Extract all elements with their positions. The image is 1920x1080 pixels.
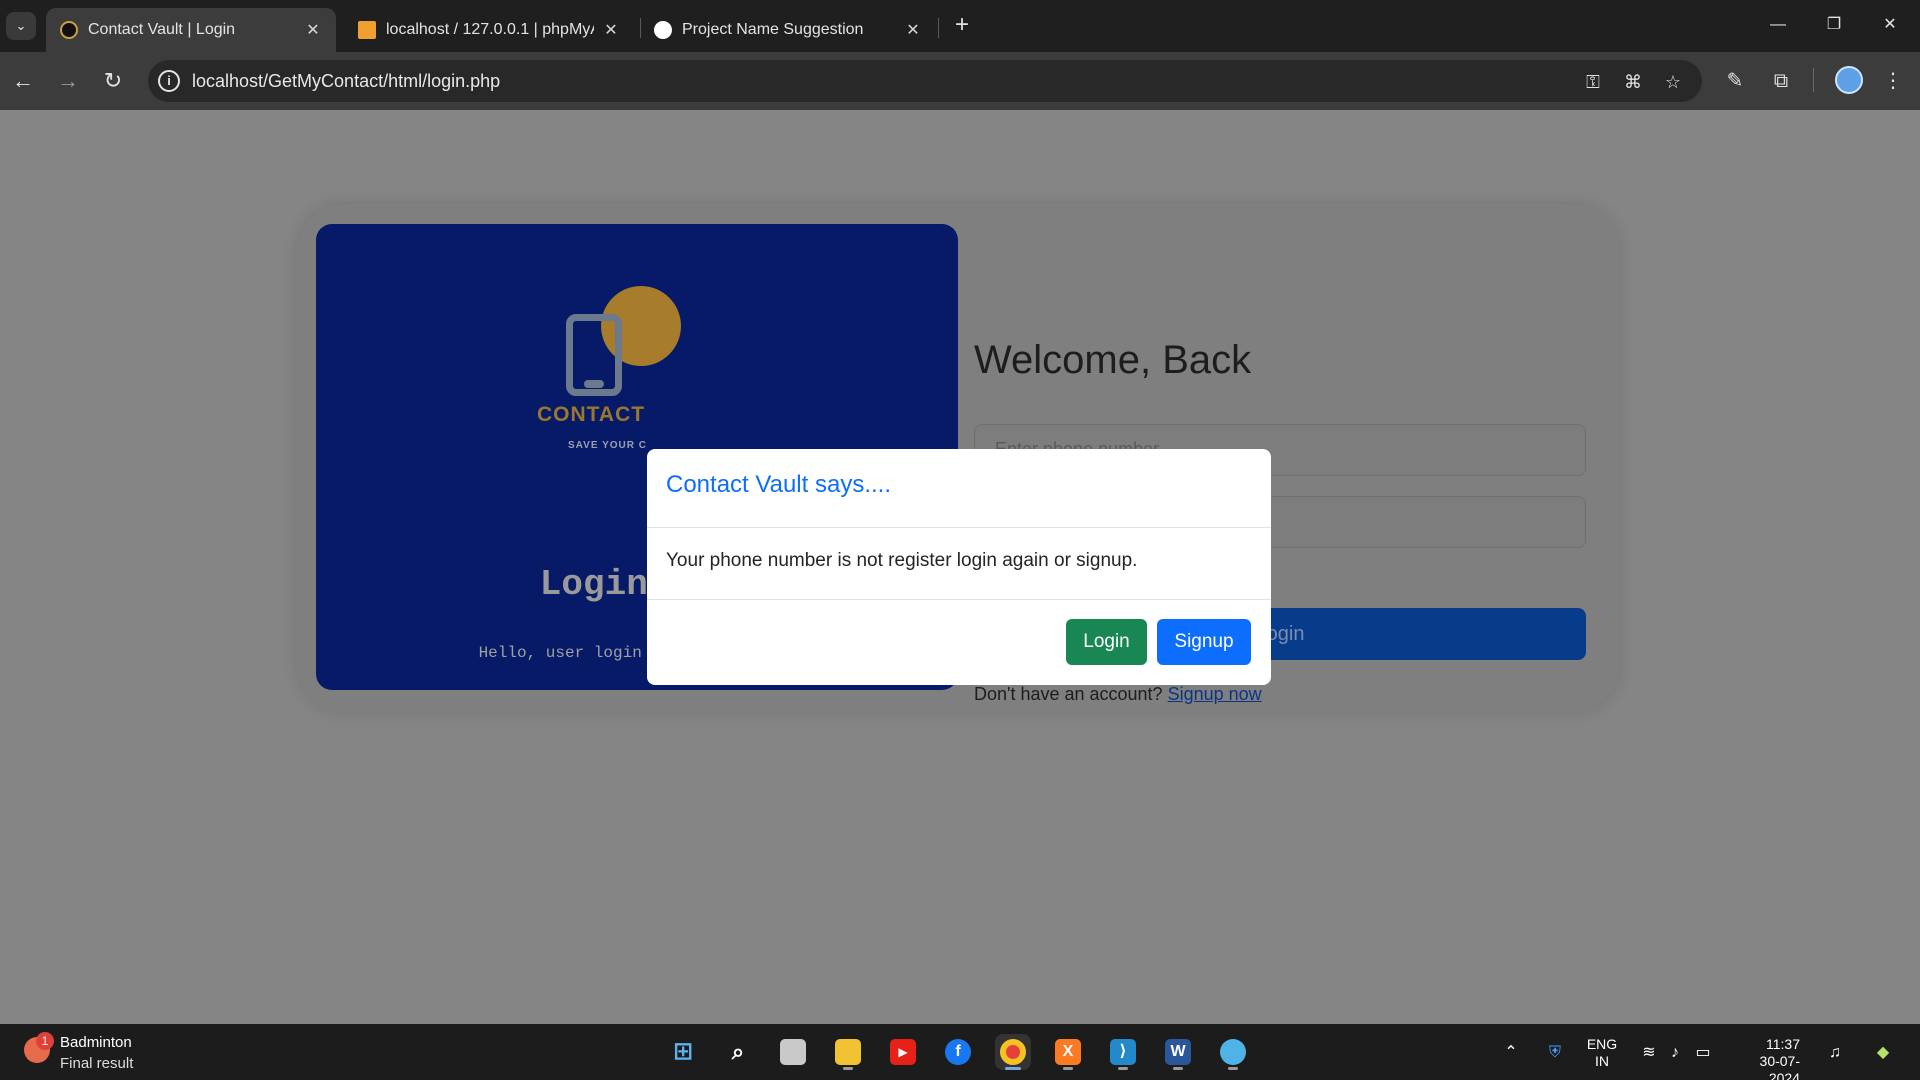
back-button[interactable]: ← bbox=[8, 66, 38, 96]
star-icon[interactable]: ☆ bbox=[1660, 69, 1686, 95]
running-indicator bbox=[1228, 1067, 1238, 1070]
tab-contact-vault[interactable]: Contact Vault | Login ✕ bbox=[46, 8, 336, 52]
word-icon: W bbox=[1165, 1039, 1191, 1065]
chrome-button[interactable] bbox=[995, 1034, 1031, 1070]
welcome-heading: Welcome, Back bbox=[974, 338, 1252, 382]
clock[interactable]: 11:37 30-07-2024 bbox=[1738, 1036, 1800, 1080]
paint-button[interactable] bbox=[1215, 1034, 1251, 1070]
youtube-button[interactable]: ▶ bbox=[885, 1034, 921, 1070]
security-shield-icon[interactable]: ⛨ bbox=[1544, 1042, 1566, 1064]
more-icon[interactable]: ⋮ bbox=[1878, 66, 1908, 96]
youtube-icon: ▶ bbox=[890, 1039, 916, 1065]
dialog-title: Contact Vault says.... bbox=[666, 471, 891, 498]
tab-title: Contact Vault | Login bbox=[88, 21, 236, 38]
running-indicator bbox=[1173, 1067, 1183, 1070]
pen-icon[interactable]: ✎ bbox=[1720, 66, 1750, 96]
notifications-icon[interactable]: ♫ bbox=[1824, 1042, 1846, 1064]
reload-button[interactable]: ↻ bbox=[98, 66, 128, 96]
notification-badge: 1 bbox=[36, 1032, 54, 1050]
language-code: ENG bbox=[1586, 1036, 1618, 1052]
tab-close-icon[interactable]: ✕ bbox=[904, 20, 922, 40]
new-tab-button[interactable]: + bbox=[948, 12, 976, 40]
browser-toolbar: ← → ↻ i localhost/GetMyContact/html/logi… bbox=[0, 52, 1920, 110]
signup-prompt: Don't have an account? Signup now bbox=[974, 684, 1262, 705]
tab-close-icon[interactable]: ✕ bbox=[602, 20, 620, 40]
file-explorer-button[interactable] bbox=[830, 1034, 866, 1070]
forward-button[interactable]: → bbox=[53, 66, 83, 96]
contact-vault-favicon-icon bbox=[60, 21, 78, 39]
url-text[interactable]: localhost/GetMyContact/html/login.php bbox=[192, 71, 500, 92]
dialog-footer-divider bbox=[647, 599, 1271, 600]
wifi-icon[interactable]: ≋ bbox=[1638, 1042, 1660, 1064]
phone-icon-button bbox=[584, 380, 604, 388]
task-view-icon bbox=[780, 1039, 806, 1065]
restore-button[interactable]: ❐ bbox=[1814, 10, 1854, 40]
language-indicator[interactable]: ENG IN bbox=[1586, 1036, 1618, 1070]
dialog-signup-button[interactable]: Signup bbox=[1157, 619, 1251, 665]
site-info-icon[interactable]: i bbox=[158, 70, 180, 92]
toolbar-divider bbox=[1813, 68, 1814, 92]
facebook-button[interactable]: f bbox=[940, 1034, 976, 1070]
running-indicator bbox=[1063, 1067, 1073, 1070]
volume-icon[interactable]: ♪ bbox=[1664, 1042, 1686, 1064]
tab-phpmyadmin[interactable]: localhost / 127.0.0.1 | phpMyAdmin ✕ bbox=[344, 8, 634, 52]
running-indicator bbox=[1118, 1067, 1128, 1070]
logo-tagline: SAVE YOUR C bbox=[568, 440, 647, 451]
task-view-button[interactable] bbox=[775, 1034, 811, 1070]
tab-title: localhost / 127.0.0.1 | phpMyAdmin bbox=[386, 21, 594, 38]
clock-date: 30-07-2024 bbox=[1759, 1053, 1800, 1080]
facebook-icon: f bbox=[945, 1039, 971, 1065]
tab-close-icon[interactable]: ✕ bbox=[304, 20, 322, 40]
vscode-button[interactable]: ⟩ bbox=[1105, 1034, 1141, 1070]
tab-separator bbox=[938, 18, 939, 38]
tab-project-name-suggestion[interactable]: Project Name Suggestion ✕ bbox=[640, 8, 936, 52]
region-code: IN bbox=[1595, 1053, 1609, 1069]
address-bar[interactable]: i localhost/GetMyContact/html/login.php … bbox=[148, 60, 1702, 102]
dialog-header-divider bbox=[647, 527, 1271, 528]
clock-time: 11:37 bbox=[1766, 1036, 1800, 1052]
key-icon[interactable]: ⚿ bbox=[1580, 69, 1606, 95]
dialog-login-button[interactable]: Login bbox=[1066, 619, 1147, 665]
xampp-button[interactable]: X bbox=[1050, 1034, 1086, 1070]
folder-icon bbox=[835, 1039, 861, 1065]
widget-subtitle[interactable]: Final result bbox=[60, 1055, 133, 1072]
profile-avatar[interactable] bbox=[1835, 66, 1863, 94]
battery-icon[interactable]: ▭ bbox=[1692, 1042, 1714, 1064]
chrome-icon bbox=[1000, 1039, 1026, 1065]
phpmyadmin-favicon-icon bbox=[358, 21, 376, 39]
active-indicator bbox=[1005, 1067, 1021, 1070]
alert-dialog: Contact Vault says.... Your phone number… bbox=[647, 449, 1271, 685]
dialog-message: Your phone number is not register login … bbox=[666, 550, 1138, 571]
minimize-button[interactable]: — bbox=[1758, 10, 1798, 40]
running-indicator bbox=[843, 1067, 853, 1070]
close-window-button[interactable]: ✕ bbox=[1870, 10, 1910, 40]
widget-title[interactable]: Badminton bbox=[60, 1034, 132, 1051]
tab-title: Project Name Suggestion bbox=[682, 21, 864, 38]
tab-search-button[interactable]: ⌄ bbox=[6, 12, 36, 40]
word-button[interactable]: W bbox=[1160, 1034, 1196, 1070]
vscode-icon: ⟩ bbox=[1110, 1039, 1136, 1065]
logo-text: CONTACT bbox=[537, 403, 646, 426]
paint-icon bbox=[1220, 1039, 1246, 1065]
translate-icon[interactable]: ⌘ bbox=[1620, 69, 1646, 95]
start-button[interactable]: ⊞ bbox=[665, 1034, 701, 1070]
chatgpt-favicon-icon bbox=[654, 21, 672, 39]
signup-link[interactable]: Signup now bbox=[1168, 684, 1262, 704]
copilot-icon[interactable]: ◆ bbox=[1872, 1042, 1894, 1064]
search-icon: ⌕ bbox=[731, 1039, 745, 1064]
extensions-icon[interactable]: ⧉ bbox=[1766, 66, 1796, 96]
chevron-up-icon[interactable]: ⌃ bbox=[1500, 1042, 1522, 1064]
tab-strip: ⌄ Contact Vault | Login ✕ localhost / 12… bbox=[0, 0, 1920, 52]
signup-prompt-text: Don't have an account? bbox=[974, 684, 1163, 704]
windows-icon: ⊞ bbox=[672, 1038, 694, 1065]
search-button[interactable]: ⌕ bbox=[720, 1034, 756, 1070]
xampp-icon: X bbox=[1055, 1039, 1081, 1065]
